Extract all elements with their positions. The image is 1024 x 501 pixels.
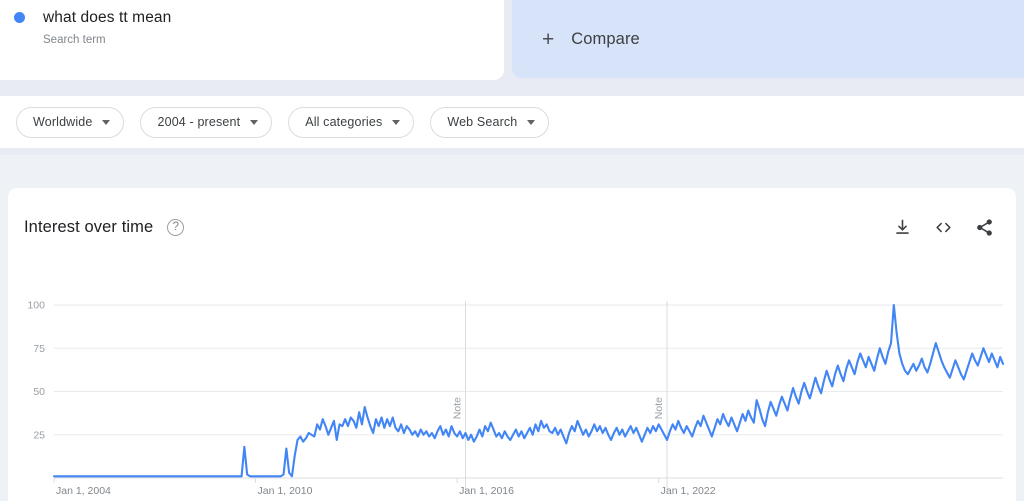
x-axis-tick-label: Jan 1, 2022 [661, 485, 716, 497]
search-term-title: what does tt mean [43, 9, 172, 26]
series-color-dot [14, 12, 25, 23]
interest-over-time-chart[interactable]: 100 75 50 25 Note Note Jan 1, 2004 Jan 1, 2010 J… [8, 296, 1016, 501]
interest-over-time-card: Interest over time ? 100 75 50 25 Note Note Ja… [8, 188, 1016, 501]
filter-category-label: All categories [305, 115, 383, 129]
filter-time-range-label: 2004 - present [157, 115, 241, 129]
google-trends-page: what does tt mean Search term + Compare … [0, 0, 1024, 501]
x-axis-tick-label: Jan 1, 2004 [56, 485, 111, 497]
chevron-down-icon [527, 119, 536, 125]
chevron-down-icon [102, 119, 111, 125]
embed-icon[interactable] [934, 218, 953, 237]
filter-location[interactable]: Worldwide [16, 106, 125, 138]
chart-title: Interest over time [24, 217, 154, 236]
chart-header: Interest over time ? [8, 188, 1016, 266]
x-axis-tick-label: Jan 1, 2016 [459, 485, 514, 497]
chart-svg: 100 75 50 25 Note Note Jan 1, 2004 Jan 1, 2010 J… [27, 300, 1005, 497]
filter-search-type-label: Web Search [447, 115, 518, 129]
y-axis-tick-label: 25 [33, 429, 45, 441]
y-axis-tick-label: 50 [33, 386, 45, 398]
filter-search-type[interactable]: Web Search [430, 106, 550, 138]
filter-category[interactable]: All categories [288, 106, 415, 138]
search-term-subtitle: Search term [43, 34, 106, 46]
compare-label: Compare [571, 29, 640, 48]
plus-icon: + [542, 27, 555, 51]
x-axis-tick-label: Jan 1, 2010 [258, 485, 313, 497]
note-annotation-label: Note [452, 397, 464, 419]
chevron-down-icon [250, 119, 259, 125]
compare-panel[interactable]: + Compare [512, 0, 1024, 78]
share-icon[interactable] [975, 218, 994, 237]
filter-bar: Worldwide 2004 - present All categories … [0, 96, 1024, 148]
filter-time-range[interactable]: 2004 - present [140, 106, 273, 138]
trend-line[interactable] [52, 303, 1005, 478]
chart-actions [893, 218, 994, 237]
filter-location-label: Worldwide [33, 115, 93, 129]
download-icon[interactable] [893, 218, 912, 237]
y-axis-tick-label: 75 [33, 343, 45, 355]
search-term-card[interactable]: what does tt mean Search term [0, 0, 504, 80]
note-annotation-label: Note [653, 397, 665, 419]
help-circle-icon[interactable]: ? [167, 218, 185, 236]
y-axis-tick-label: 100 [27, 300, 45, 312]
chevron-down-icon [392, 119, 401, 125]
search-term-texts: what does tt mean Search term [43, 8, 171, 47]
